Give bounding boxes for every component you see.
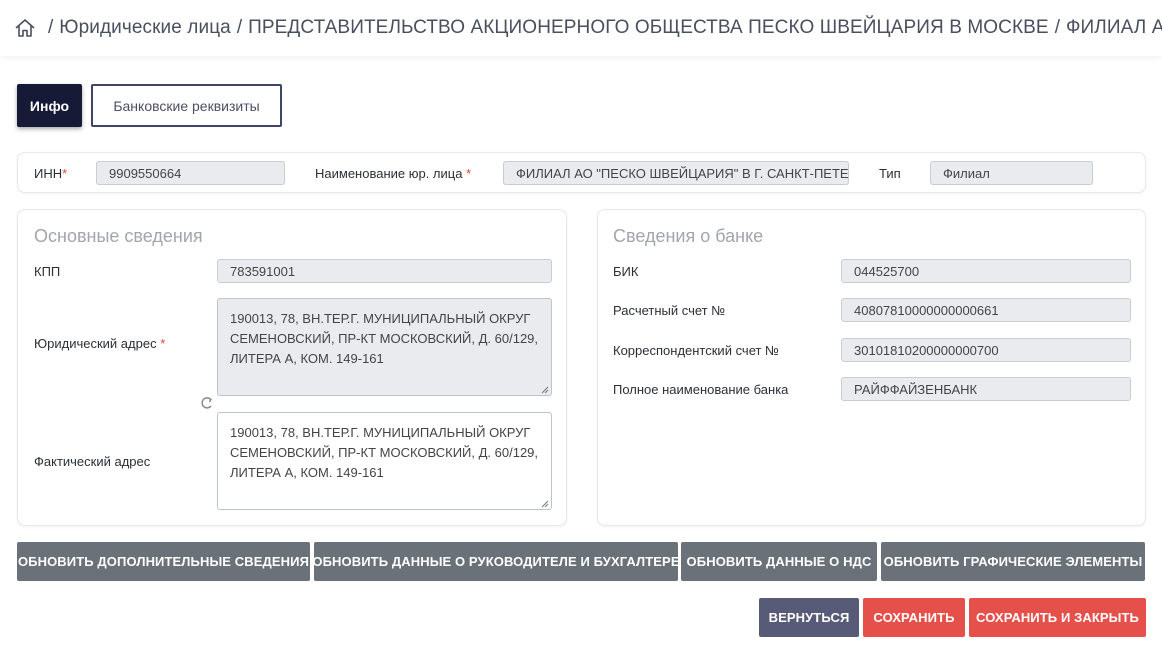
type-field[interactable]: Филиал xyxy=(930,161,1093,185)
resize-grip-icon[interactable] xyxy=(539,384,549,394)
actual-address-field[interactable]: 190013, 78, ВН.ТЕР.Г. МУНИЦИПАЛЬНЫЙ ОКРУ… xyxy=(217,412,552,510)
breadcrumb-item-current: ФИЛИАЛ АО "ПЕСКО ШВЕЙЦАРИЯ" В Г. САНКТ-П… xyxy=(1065,17,1162,38)
save-button[interactable]: СОХРАНИТЬ xyxy=(863,598,965,637)
header-card: ИНН* 9909550664 Наименование юр. лица * … xyxy=(17,152,1146,193)
update-additional-info-button[interactable]: ОБНОВИТЬ ДОПОЛНИТЕЛЬНЫЕ СВЕДЕНИЯ xyxy=(17,542,310,581)
breadcrumb-separator: / xyxy=(236,17,243,38)
breadcrumb-separator: / xyxy=(1054,17,1060,38)
inn-label: ИНН* xyxy=(34,166,68,181)
update-graphics-button[interactable]: ОБНОВИТЬ ГРАФИЧЕСКИЕ ЭЛЕМЕНТЫ xyxy=(881,542,1145,581)
bik-label: БИК xyxy=(613,264,639,279)
type-label: Тип xyxy=(879,166,901,181)
breadcrumb: / Юридические лица / ПРЕДСТАВИТЕЛЬСТВО А… xyxy=(0,0,1162,56)
update-director-accountant-button[interactable]: ОБНОВИТЬ ДАННЫЕ О РУКОВОДИТЕЛЕ И БУХГАЛТ… xyxy=(312,542,680,581)
bik-field[interactable]: 044525700 xyxy=(841,259,1131,283)
tab-bar: Инфо Банковские реквизиты xyxy=(17,84,282,127)
main-info-card: Основные сведения КПП 783591001 Юридичес… xyxy=(17,209,567,526)
save-and-close-button[interactable]: СОХРАНИТЬ И ЗАКРЫТЬ xyxy=(969,598,1146,637)
account-field[interactable]: 40807810000000000661 xyxy=(841,298,1131,322)
main-info-title: Основные сведения xyxy=(34,226,203,246)
breadcrumb-separator: / xyxy=(48,17,54,38)
bank-name-label: Полное наименование банка xyxy=(613,382,789,397)
tab-info[interactable]: Инфо xyxy=(17,84,82,127)
inn-field[interactable]: 9909550664 xyxy=(96,161,285,185)
resize-grip-icon[interactable] xyxy=(539,498,549,508)
kpp-label: КПП xyxy=(34,264,61,279)
breadcrumb-item-parent[interactable]: ПРЕДСТАВИТЕЛЬСТВО АКЦИОНЕРНОГО ОБЩЕСТВА … xyxy=(248,17,1049,39)
bank-info-card: Сведения о банке БИК 044525700 Расчетный… xyxy=(597,209,1146,526)
bank-info-title: Сведения о банке xyxy=(613,226,764,246)
corr-account-label: Корреспондентский счет № xyxy=(613,343,780,358)
back-button[interactable]: ВЕРНУТЬСЯ xyxy=(759,598,859,637)
actual-address-label: Фактический адрес xyxy=(34,454,151,469)
kpp-field[interactable]: 783591001 xyxy=(217,259,552,283)
legal-address-field[interactable]: 190013, 78, ВН.ТЕР.Г. МУНИЦИПАЛЬНЫЙ ОКРУ… xyxy=(217,298,552,396)
legal-address-label: Юридический адрес * xyxy=(34,336,166,351)
sync-icon[interactable] xyxy=(199,395,215,411)
corr-account-field[interactable]: 30101810200000000700 xyxy=(841,338,1131,362)
tab-bank-details[interactable]: Банковские реквизиты xyxy=(91,84,282,127)
home-icon[interactable] xyxy=(14,17,36,39)
entity-name-field[interactable]: ФИЛИАЛ АО "ПЕСКО ШВЕЙЦАРИЯ" В Г. САНКТ-П… xyxy=(503,161,849,185)
update-vat-button[interactable]: ОБНОВИТЬ ДАННЫЕ О НДС xyxy=(681,542,877,581)
entity-name-label: Наименование юр. лица * xyxy=(315,166,472,181)
bank-name-field[interactable]: РАЙФФАЙЗЕНБАНК xyxy=(841,377,1131,401)
account-label: Расчетный счет № xyxy=(613,303,726,318)
breadcrumb-item-legal-entities[interactable]: Юридические лица xyxy=(59,17,231,39)
